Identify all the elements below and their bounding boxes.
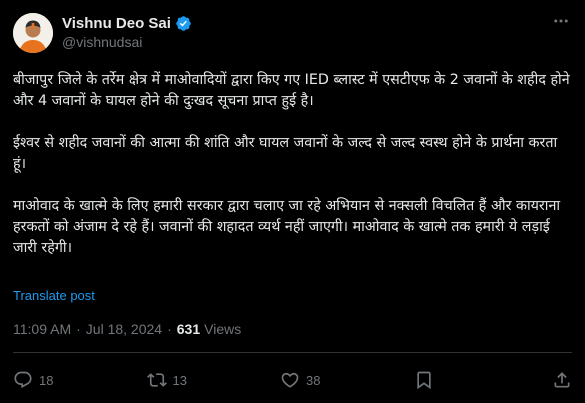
reply-icon (14, 371, 32, 389)
repost-button[interactable]: 13 (146, 370, 267, 390)
action-bar: 18 13 38 (13, 366, 572, 394)
avatar[interactable] (13, 13, 53, 53)
share-icon (554, 372, 570, 388)
tweet-time[interactable]: 11:09 AM (13, 321, 71, 337)
tweet-paragraph: माओवाद के खात्मे के लिए हमारी सरकार द्वा… (13, 198, 561, 256)
author-name-row: Vishnu Deo Sai (62, 13, 192, 33)
tweet-paragraph: ईश्वर से शहीद जवानों की आत्मा की शांति औ… (13, 135, 558, 172)
reply-button[interactable]: 18 (13, 370, 133, 390)
heart-icon (281, 372, 299, 388)
meta-separator: · (167, 321, 172, 337)
views-count: 631 (176, 321, 201, 337)
tweet-date[interactable]: Jul 18, 2024 (86, 321, 162, 337)
tweet-paragraph: बीजापुर जिले के तर्रेम क्षेत्र में माओवा… (13, 72, 570, 109)
tweet-metadata: 11:09 AM · Jul 18, 2024 · 631 Views (13, 321, 241, 337)
bookmark-icon (416, 371, 431, 390)
author-display-name[interactable]: Vishnu Deo Sai (62, 15, 171, 32)
divider (13, 352, 572, 353)
views-label: Views (204, 321, 242, 337)
share-button[interactable] (552, 370, 572, 390)
verified-badge-icon (175, 15, 192, 32)
more-icon (554, 19, 568, 23)
repost-count: 13 (172, 372, 187, 388)
avatar-portrait (13, 13, 53, 53)
reply-count: 18 (39, 372, 54, 388)
tweet-card: Vishnu Deo Sai @vishnudsai बीजापुर जिले … (0, 0, 585, 403)
like-button[interactable]: 38 (280, 370, 400, 390)
tweet-text: बीजापुर जिले के तर्रेम क्षेत्र में माओवा… (13, 70, 573, 280)
author-handle[interactable]: @vishnudsai (62, 34, 142, 50)
like-count: 38 (306, 372, 321, 388)
meta-separator: · (76, 321, 81, 337)
more-options-button[interactable] (550, 12, 572, 30)
bookmark-button[interactable] (414, 370, 434, 390)
repost-icon (146, 373, 167, 387)
translate-post-link[interactable]: Translate post (13, 288, 95, 303)
